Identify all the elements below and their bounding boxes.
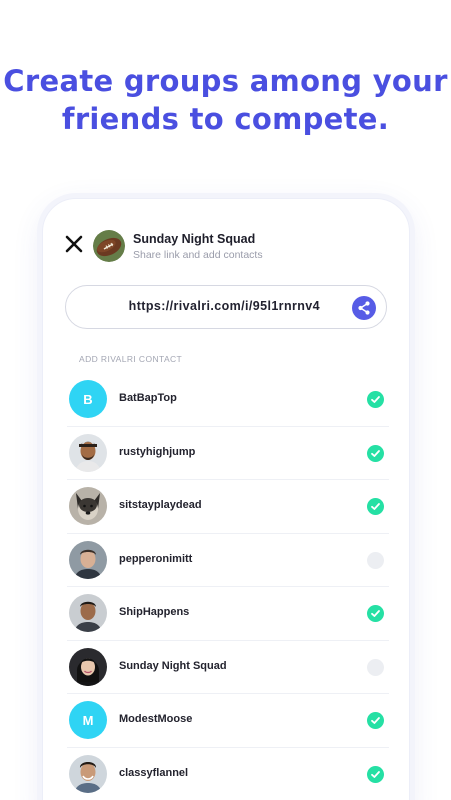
contact-row[interactable]: Sunday Night Squad bbox=[67, 641, 389, 694]
section-label: ADD RIVALRI CONTACT bbox=[79, 354, 183, 364]
unselected-check[interactable] bbox=[367, 658, 384, 676]
share-button[interactable] bbox=[352, 296, 376, 320]
check-icon bbox=[371, 717, 380, 724]
contact-name: sitstayplaydead bbox=[119, 499, 202, 511]
check-icon bbox=[371, 503, 380, 510]
selected-check[interactable] bbox=[367, 765, 384, 783]
avatar bbox=[69, 754, 107, 793]
phone-frame: Sunday Night Squad Share link and add co… bbox=[42, 198, 410, 800]
selected-check[interactable] bbox=[367, 605, 384, 622]
close-icon bbox=[65, 235, 83, 253]
user-photo-icon bbox=[69, 594, 107, 632]
close-button[interactable] bbox=[63, 233, 85, 255]
avatar bbox=[69, 594, 107, 632]
user-photo-icon bbox=[69, 647, 107, 686]
contact-name: rustyhighjump bbox=[119, 445, 196, 458]
contact-name: pepperonimitt bbox=[119, 552, 193, 565]
contact-row[interactable]: pepperonimitt bbox=[67, 534, 389, 587]
check-icon bbox=[371, 610, 380, 617]
contact-name: classyflannel bbox=[119, 766, 189, 779]
avatar: M bbox=[69, 701, 107, 739]
contact-list: B BatBapTop rustyhighjump sitstayplaydea… bbox=[67, 373, 389, 800]
check-icon bbox=[371, 770, 380, 778]
avatar bbox=[69, 433, 107, 472]
group-avatar bbox=[93, 230, 125, 262]
contact-row[interactable]: M ModestMoose bbox=[67, 694, 389, 748]
avatar: B bbox=[69, 380, 107, 418]
group-name: Sunday Night Squad bbox=[133, 232, 256, 246]
share-link-url: https://rivalri.com/i/95l1rnrnv4 bbox=[128, 299, 320, 313]
contact-row[interactable]: B BatBapTop bbox=[67, 373, 389, 427]
check-icon bbox=[371, 396, 380, 403]
football-icon bbox=[93, 230, 125, 262]
contact-row[interactable]: classyflannel bbox=[67, 748, 389, 800]
contact-name: BatBapTop bbox=[119, 392, 177, 404]
avatar bbox=[69, 647, 107, 686]
dog-photo-icon bbox=[69, 487, 107, 525]
contact-row[interactable]: sitstayplaydead bbox=[67, 480, 389, 534]
user-photo-icon bbox=[69, 433, 107, 472]
contact-row[interactable]: rustyhighjump bbox=[67, 427, 389, 480]
contact-name: ShipHappens bbox=[119, 606, 190, 618]
selected-check[interactable] bbox=[367, 712, 384, 729]
headline-line-1: Create groups among your bbox=[3, 64, 448, 98]
selected-check[interactable] bbox=[367, 444, 384, 462]
unselected-check[interactable] bbox=[367, 551, 384, 569]
selected-check[interactable] bbox=[367, 498, 384, 515]
selected-check[interactable] bbox=[367, 391, 384, 408]
contact-name: ModestMoose bbox=[119, 713, 193, 725]
user-photo-icon bbox=[69, 540, 107, 579]
avatar bbox=[69, 540, 107, 579]
headline: Create groups among your friends to comp… bbox=[0, 62, 451, 138]
contact-name: Sunday Night Squad bbox=[119, 659, 227, 672]
contact-row[interactable]: ShipHappens bbox=[67, 587, 389, 641]
headline-line-2: friends to compete. bbox=[61, 102, 390, 136]
share-link-field[interactable]: https://rivalri.com/i/95l1rnrnv4 bbox=[65, 285, 387, 329]
user-photo-icon bbox=[69, 754, 107, 793]
group-subtitle: Share link and add contacts bbox=[133, 249, 263, 261]
check-icon bbox=[371, 449, 380, 457]
avatar bbox=[69, 487, 107, 525]
share-icon bbox=[358, 301, 370, 315]
